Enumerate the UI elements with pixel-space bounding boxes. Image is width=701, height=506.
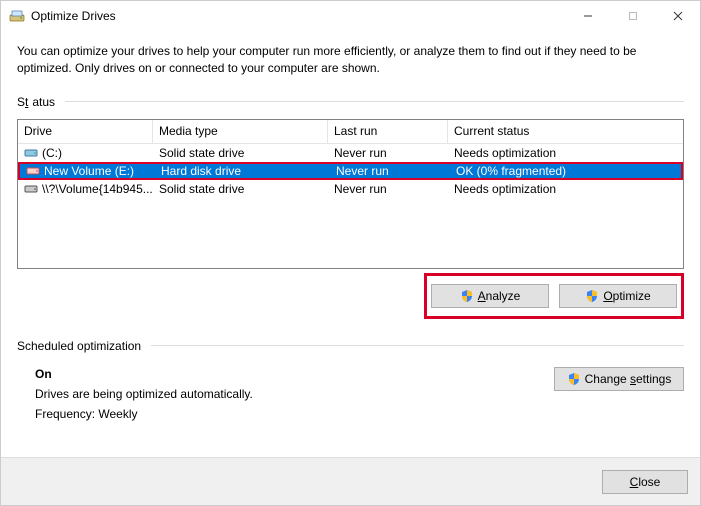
action-buttons-highlight: Analyze Optimize <box>424 273 684 319</box>
drive-row[interactable]: \\?\Volume{14b945... Solid state drive N… <box>18 180 683 198</box>
close-dialog-button[interactable]: Close <box>602 470 688 494</box>
optimize-drives-window: Optimize Drives You can optimize your dr… <box>0 0 701 506</box>
drive-status: OK (0% fragmented) <box>450 164 681 178</box>
drive-status: Needs optimization <box>448 180 683 198</box>
window-title: Optimize Drives <box>31 9 565 23</box>
drive-list[interactable]: Drive Media type Last run Current status… <box>17 119 684 269</box>
intro-text: You can optimize your drives to help you… <box>17 43 684 77</box>
scheduled-info: On Drives are being optimized automatica… <box>17 367 554 427</box>
shield-icon <box>460 289 474 303</box>
maximize-button[interactable] <box>610 1 655 31</box>
ssd-icon <box>24 146 38 160</box>
app-icon <box>9 8 25 24</box>
close-button[interactable] <box>655 1 700 31</box>
hdd-icon <box>26 164 40 178</box>
drive-media: Solid state drive <box>153 180 328 198</box>
drive-media: Solid state drive <box>153 144 328 162</box>
drive-list-header[interactable]: Drive Media type Last run Current status <box>18 120 683 144</box>
drive-name: (C:) <box>42 146 62 160</box>
scheduled-desc: Drives are being optimized automatically… <box>35 387 554 401</box>
drive-name: \\?\Volume{14b945... <box>42 182 153 196</box>
drive-row[interactable]: New Volume (E:) Hard disk drive Never ru… <box>18 162 683 180</box>
drive-media: Hard disk drive <box>155 164 330 178</box>
drive-last-run: Never run <box>330 164 450 178</box>
column-last-run[interactable]: Last run <box>328 120 448 143</box>
shield-icon <box>567 372 581 386</box>
dialog-footer: Close <box>1 457 700 505</box>
scheduled-on: On <box>35 367 554 381</box>
content-area: You can optimize your drives to help you… <box>1 31 700 457</box>
shield-icon <box>585 289 599 303</box>
analyze-button[interactable]: Analyze <box>431 284 549 308</box>
drive-status: Needs optimization <box>448 144 683 162</box>
window-controls <box>565 1 700 31</box>
drive-last-run: Never run <box>328 180 448 198</box>
drive-row[interactable]: (C:) Solid state drive Never run Needs o… <box>18 144 683 162</box>
drive-name: New Volume (E:) <box>44 164 134 178</box>
scheduled-label: Scheduled optimization <box>17 339 684 353</box>
status-section-label: Status <box>17 95 684 109</box>
titlebar: Optimize Drives <box>1 1 700 31</box>
column-status[interactable]: Current status <box>448 120 683 143</box>
drive-last-run: Never run <box>328 144 448 162</box>
scheduled-frequency: Frequency: Weekly <box>35 407 554 421</box>
ssd-icon <box>24 182 38 196</box>
column-drive[interactable]: Drive <box>18 120 153 143</box>
change-settings-button[interactable]: Change settings <box>554 367 684 391</box>
column-media[interactable]: Media type <box>153 120 328 143</box>
scheduled-optimization-section: Scheduled optimization On Drives are bei… <box>17 339 684 427</box>
optimize-button[interactable]: Optimize <box>559 284 677 308</box>
minimize-button[interactable] <box>565 1 610 31</box>
